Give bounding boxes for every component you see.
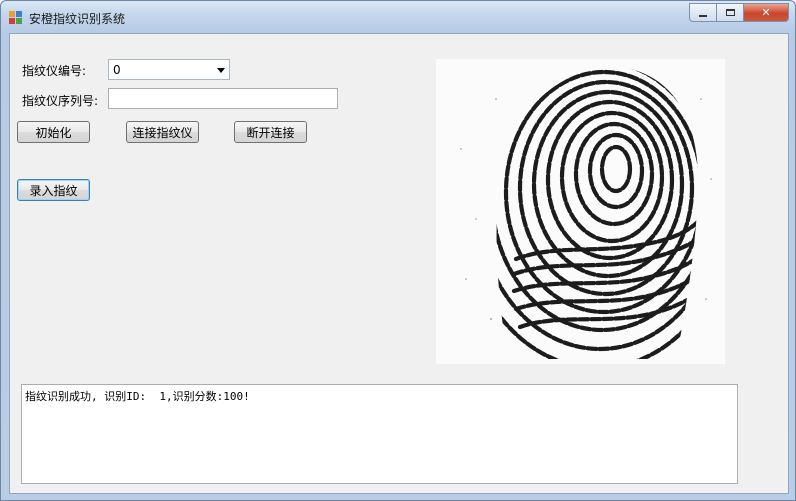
chevron-down-icon[interactable] xyxy=(217,68,225,73)
serial-number-input[interactable] xyxy=(108,88,338,109)
result-output-textbox[interactable]: 指纹识别成功, 识别ID: 1,识别分数:100! xyxy=(21,384,738,484)
init-button[interactable]: 初始化 xyxy=(17,121,90,143)
maximize-icon xyxy=(725,9,735,16)
device-number-value: 0 xyxy=(113,63,121,77)
connect-button[interactable]: 连接指纹仪 xyxy=(126,121,199,143)
serial-number-label: 指纹仪序列号: xyxy=(22,94,99,108)
fingerprint-icon xyxy=(436,59,725,364)
fingerprint-image xyxy=(436,59,725,364)
app-icon xyxy=(9,11,23,24)
enroll-fingerprint-button[interactable]: 录入指纹 xyxy=(17,179,90,201)
minimize-icon xyxy=(699,14,707,17)
close-icon: ✕ xyxy=(761,6,771,19)
disconnect-button[interactable]: 断开连接 xyxy=(234,121,307,143)
window-title: 安橙指纹识别系统 xyxy=(29,12,126,26)
form-client-area: 指纹仪编号: 0 指纹仪序列号: 初始化 连接指纹仪 断开连接 录入指纹 指纹识… xyxy=(9,33,789,494)
close-button[interactable]: ✕ xyxy=(743,3,789,22)
device-number-select[interactable]: 0 xyxy=(108,59,230,80)
title-bar[interactable]: 安橙指纹识别系统 ✕ xyxy=(1,1,795,32)
maximize-button[interactable] xyxy=(716,3,743,22)
result-text: 指纹识别成功, 识别ID: 1,识别分数:100! xyxy=(25,390,250,403)
minimize-button[interactable] xyxy=(689,3,716,22)
window-controls: ✕ xyxy=(689,3,789,23)
device-number-label: 指纹仪编号: xyxy=(22,64,87,78)
app-window: 安橙指纹识别系统 ✕ 指纹仪编号: 0 指纹仪序列号: 初始化 连接指纹仪 断开… xyxy=(0,0,796,501)
